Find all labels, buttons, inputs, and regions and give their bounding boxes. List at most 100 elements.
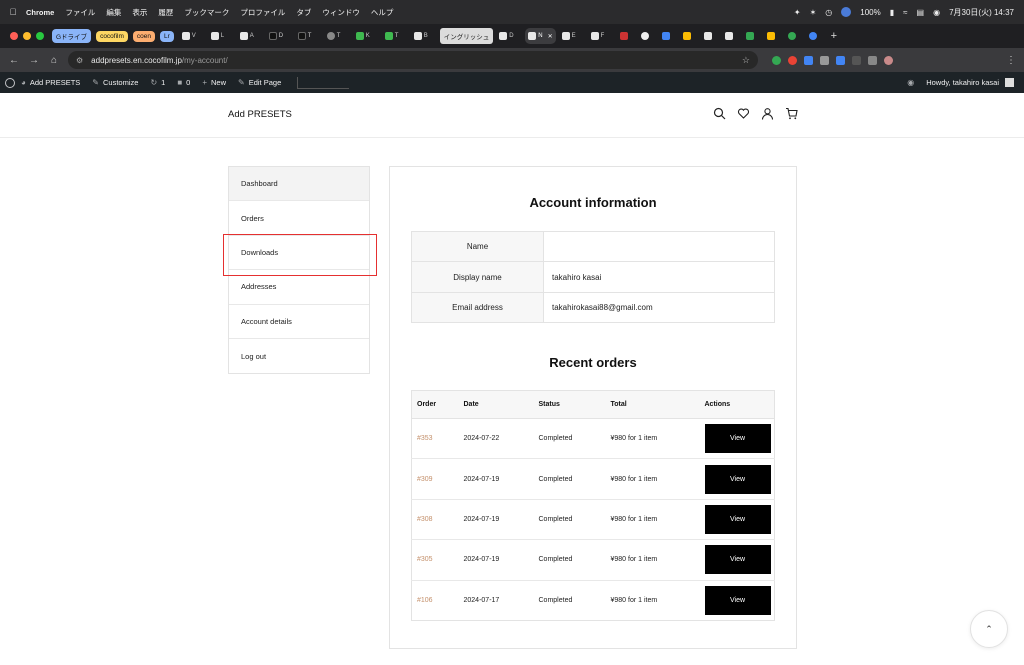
browser-tab[interactable]: K	[353, 28, 379, 44]
browser-tab[interactable]: T	[382, 28, 408, 44]
back-arrow-icon[interactable]: ←	[4, 55, 24, 66]
extension-icon[interactable]	[772, 55, 781, 65]
tab-group-gdrive[interactable]: Gドライブ	[52, 29, 92, 43]
tab-group-lr[interactable]: Lr	[160, 30, 174, 42]
clock-icon[interactable]: ◷	[825, 8, 832, 17]
view-order-button[interactable]: View	[704, 424, 771, 454]
stats-sparkline[interactable]	[297, 76, 350, 89]
browser-tab[interactable]	[764, 28, 782, 44]
menu-file[interactable]: ファイル	[65, 7, 95, 18]
wp-new-link[interactable]: + New	[202, 78, 226, 87]
browser-tab[interactable]: D	[266, 28, 292, 44]
bookmark-star-icon[interactable]: ☆	[742, 55, 750, 66]
extension-icon[interactable]	[820, 55, 829, 65]
order-number-link[interactable]: #305	[411, 539, 459, 581]
account-user-icon[interactable]	[761, 107, 774, 120]
input-method-icon[interactable]	[841, 7, 852, 17]
menu-view[interactable]: 表示	[132, 7, 147, 18]
menu-tab[interactable]: タブ	[296, 7, 311, 18]
order-number-link[interactable]: #353	[411, 418, 459, 460]
tab-group-cocofilm[interactable]: cocofilm	[96, 30, 128, 42]
zoom-window-button[interactable]	[36, 32, 44, 40]
wp-updates-link[interactable]: ↻ 1	[150, 78, 165, 87]
bell-icon[interactable]: ◉	[907, 78, 914, 87]
profile-avatar[interactable]	[884, 55, 893, 65]
puzzle-icon[interactable]	[868, 55, 877, 65]
tab-group-english[interactable]: イングリッシュ	[439, 28, 494, 44]
forward-arrow-icon[interactable]: →	[24, 55, 44, 66]
recent-orders-table: Order Date Status Total Actions #353 202…	[411, 390, 775, 621]
view-order-button[interactable]: View	[704, 504, 771, 534]
menu-edit[interactable]: 編集	[106, 7, 121, 18]
browser-menu-icon[interactable]: ⋮	[1006, 55, 1016, 66]
browser-tab[interactable]	[806, 28, 824, 44]
extension-icon[interactable]	[836, 55, 845, 65]
nav-log-out[interactable]: Log out	[229, 339, 369, 373]
user-switch-icon[interactable]: ◉	[933, 8, 940, 17]
browser-tab[interactable]: B	[411, 28, 437, 44]
order-number-link[interactable]: #308	[411, 499, 459, 541]
cart-icon[interactable]	[785, 107, 798, 120]
browser-tab[interactable]: L	[208, 28, 234, 44]
address-bar[interactable]: ⚙ addpresets.en.cocofilm.jp/my-account/ …	[68, 51, 758, 69]
menu-history[interactable]: 履歴	[158, 7, 173, 18]
browser-tab[interactable]	[638, 28, 656, 44]
wp-customize-link[interactable]: ✎ Customize	[92, 78, 138, 87]
nav-account-details[interactable]: Account details	[229, 305, 369, 339]
menu-profiles[interactable]: プロファイル	[240, 7, 285, 18]
control-center-icon[interactable]: ▤	[917, 8, 925, 17]
browser-tab[interactable]: D	[496, 28, 522, 44]
browser-tab[interactable]	[659, 28, 677, 44]
minimize-window-button[interactable]	[23, 32, 31, 40]
browser-tab-active[interactable]: N ✕	[525, 28, 556, 44]
menu-app-name[interactable]: Chrome	[26, 8, 54, 17]
menubar-clock[interactable]: 7月30日(火) 14:37	[949, 7, 1014, 18]
browser-tab[interactable]: A	[237, 28, 263, 44]
view-order-button[interactable]: View	[704, 545, 771, 575]
site-brand[interactable]: Add PRESETS	[228, 109, 292, 120]
comment-icon: ■	[177, 78, 183, 87]
extension-icon[interactable]	[788, 55, 797, 65]
browser-tab[interactable]	[785, 28, 803, 44]
order-number-link[interactable]: #106	[412, 580, 459, 620]
apple-menu-icon[interactable]: 	[0, 7, 26, 17]
wp-edit-page-link[interactable]: ✎ Edit Page	[238, 78, 281, 87]
menu-window[interactable]: ウィンドウ	[322, 7, 360, 18]
wp-user-menu[interactable]: ◉ Howdy, takahiro kasai	[907, 78, 1024, 87]
wp-site-link[interactable]: ◕ Add PRESETS	[21, 78, 80, 87]
wordpress-logo-icon[interactable]	[5, 77, 15, 88]
site-info-icon[interactable]: ⚙	[76, 56, 83, 65]
order-total: ¥980 for 1 item	[605, 499, 700, 541]
search-icon[interactable]	[713, 107, 726, 120]
wp-comments-link[interactable]: ■ 0	[177, 78, 190, 87]
browser-tab[interactable]: T	[295, 28, 321, 44]
browser-tab[interactable]	[722, 28, 740, 44]
menu-bookmarks[interactable]: ブックマーク	[184, 7, 229, 18]
back-to-top-button[interactable]: ⌃	[970, 610, 1008, 648]
extension-icon[interactable]	[852, 55, 861, 65]
wishlist-heart-icon[interactable]	[737, 107, 750, 120]
tab-close-icon[interactable]: ✕	[548, 33, 553, 40]
browser-tab[interactable]: E	[559, 28, 585, 44]
pin-icon[interactable]: ✶	[810, 8, 817, 17]
nav-dashboard[interactable]: Dashboard	[229, 167, 369, 202]
menu-help[interactable]: ヘルプ	[371, 7, 394, 18]
wifi-icon[interactable]: ≈	[903, 8, 907, 17]
view-order-button[interactable]: View	[704, 464, 771, 494]
new-tab-icon[interactable]: +	[831, 30, 837, 42]
close-window-button[interactable]	[10, 32, 18, 40]
browser-tab[interactable]	[701, 28, 719, 44]
browser-tab[interactable]	[617, 28, 635, 44]
browser-tab[interactable]: F	[588, 28, 614, 44]
nav-orders[interactable]: Orders	[229, 201, 369, 236]
view-order-button[interactable]: View	[704, 585, 771, 615]
tab-group-coen[interactable]: coen	[132, 30, 156, 42]
browser-tab[interactable]: T	[324, 28, 350, 44]
home-icon[interactable]: ⌂	[44, 55, 64, 66]
browser-tab[interactable]: V	[179, 28, 205, 44]
extension-icon[interactable]	[804, 55, 813, 65]
browser-tab[interactable]	[743, 28, 761, 44]
browser-tab[interactable]	[680, 28, 698, 44]
bird-icon[interactable]: ✦	[794, 8, 801, 17]
order-number-link[interactable]: #309	[411, 458, 459, 500]
